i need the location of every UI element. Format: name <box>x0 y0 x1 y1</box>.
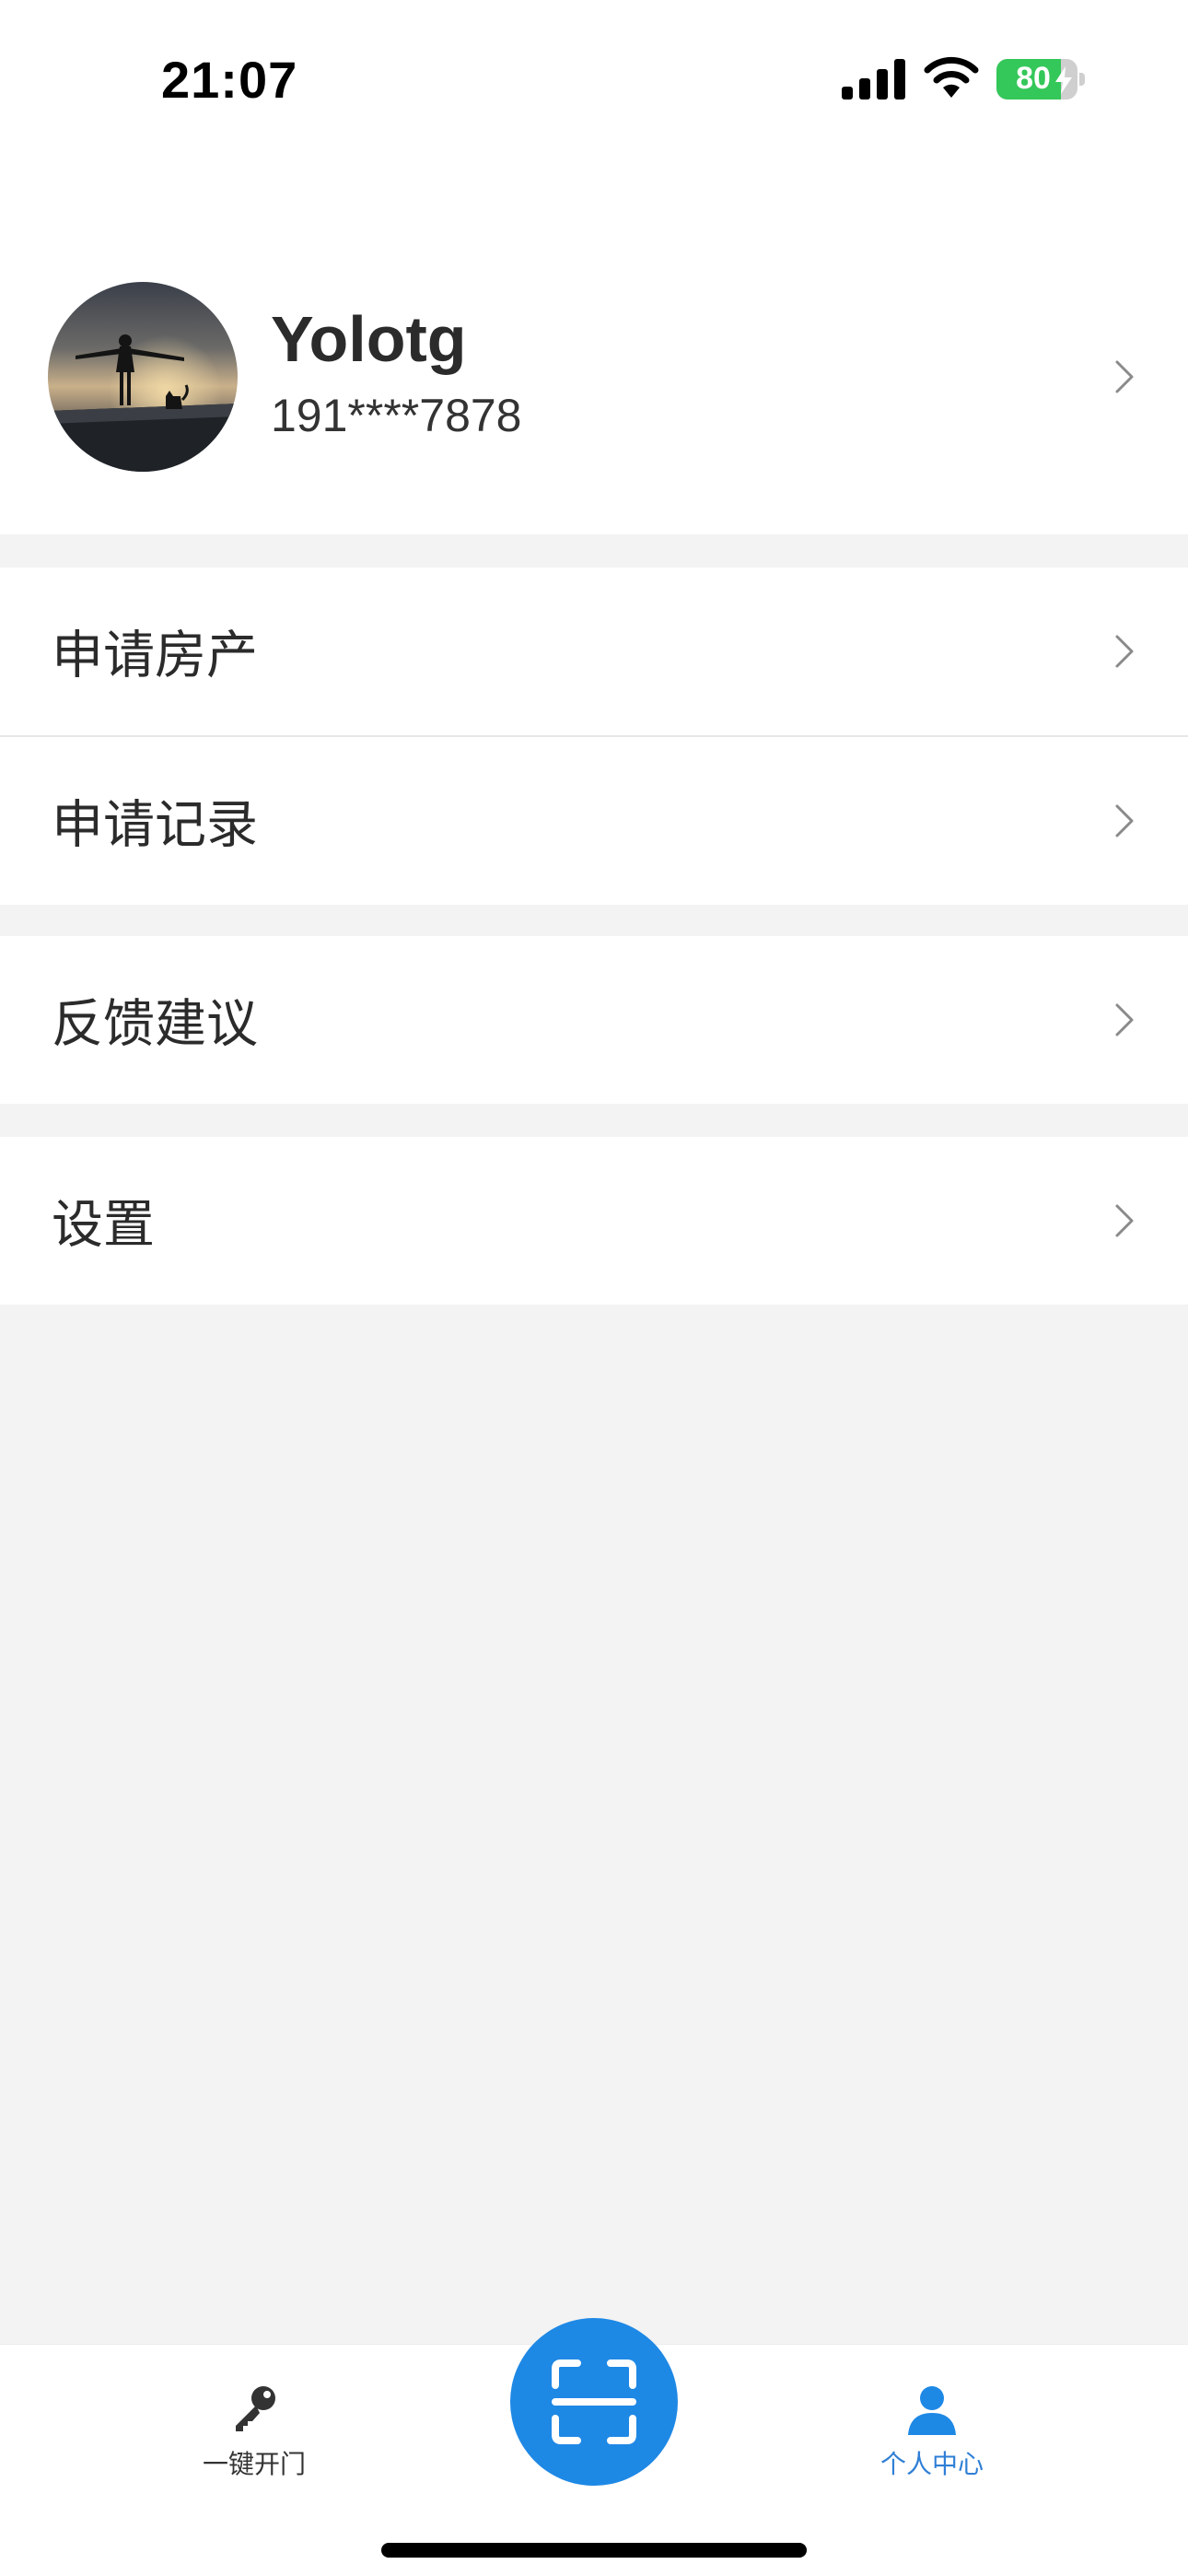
menu-item-apply-property[interactable]: 申请房产 <box>0 568 1188 735</box>
menu-item-settings[interactable]: 设置 <box>0 1137 1188 1305</box>
menu-item-label: 设置 <box>52 1195 155 1256</box>
chevron-right-icon <box>1115 804 1134 837</box>
scan-button[interactable] <box>510 2318 678 2486</box>
cellular-signal-icon <box>842 59 905 100</box>
tab-label: 个人中心 <box>879 2449 984 2479</box>
menu-item-label: 申请记录 <box>52 795 258 856</box>
avatar[interactable] <box>48 282 238 472</box>
chevron-right-icon <box>1115 360 1134 393</box>
home-indicator <box>381 2543 807 2558</box>
charging-bolt-icon <box>1055 66 1072 94</box>
battery-cap <box>1079 73 1085 86</box>
tab-label: 一键开门 <box>202 2449 306 2479</box>
battery-body: 80 <box>996 59 1077 100</box>
menu-item-label: 申请房产 <box>52 626 258 686</box>
tab-one-key-open-door[interactable]: 一键开门 <box>162 2372 346 2479</box>
avatar-photo <box>48 282 238 472</box>
status-time: 21:07 <box>161 51 298 109</box>
screen: 21:07 80 Yolotg 191****7878 申请房产 申请记录 反馈… <box>0 0 1188 2576</box>
menu-item-label: 反馈建议 <box>52 994 258 1055</box>
person-icon <box>908 2386 956 2435</box>
profile-header[interactable]: Yolotg 191****7878 <box>0 157 1188 534</box>
chevron-right-icon <box>1115 635 1134 668</box>
battery-icon: 80 <box>996 59 1085 100</box>
scan-icon <box>552 2359 636 2444</box>
menu-item-feedback[interactable]: 反馈建议 <box>0 936 1188 1104</box>
key-icon <box>236 2386 275 2431</box>
chevron-right-icon <box>1115 1204 1134 1237</box>
phone-number: 191****7878 <box>271 390 522 441</box>
status-bar: 21:07 80 <box>0 0 1188 157</box>
wifi-icon <box>924 56 979 98</box>
tab-personal-center[interactable]: 个人中心 <box>840 2372 1024 2479</box>
chevron-right-icon <box>1115 1003 1134 1036</box>
username: Yolotg <box>271 303 467 375</box>
menu-item-application-records[interactable]: 申请记录 <box>0 737 1188 905</box>
